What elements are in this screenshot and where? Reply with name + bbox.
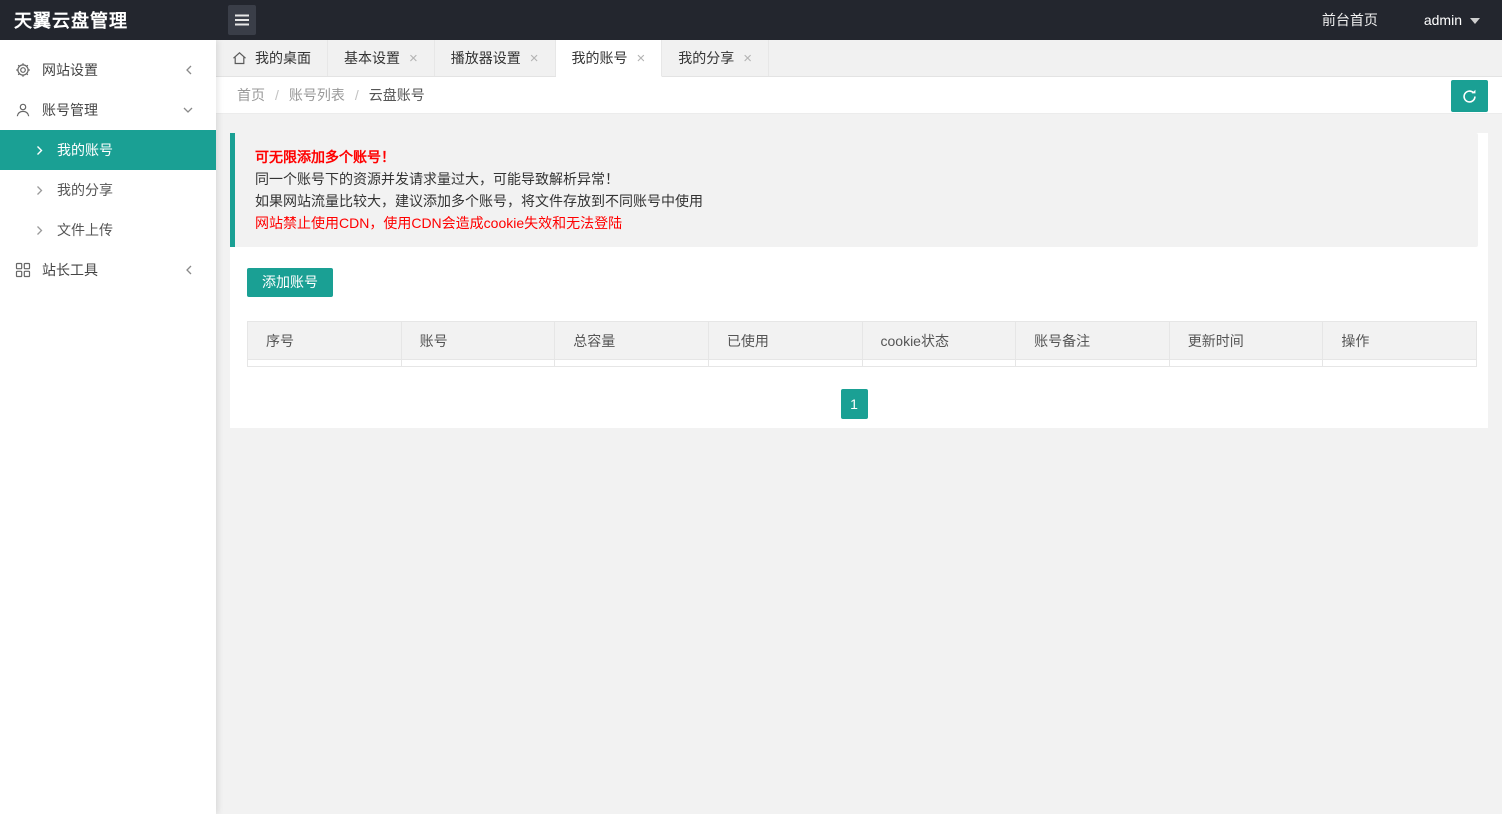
username: admin	[1423, 12, 1462, 28]
tab-label: 播放器设置	[450, 50, 521, 66]
chevron-left-icon	[184, 64, 194, 76]
arrow-right-icon	[35, 185, 44, 196]
sidebar-item-my-shares[interactable]: 我的分享	[0, 170, 216, 210]
front-page-link[interactable]: 前台首页	[1322, 10, 1378, 30]
table-empty-row	[247, 359, 1477, 367]
sidebar-item-label: 文件上传	[57, 222, 113, 238]
app-title: 天翼云盘管理	[14, 11, 128, 31]
col-header-account-note: 账号备注	[1015, 321, 1170, 360]
col-header-update-time: 更新时间	[1168, 321, 1324, 360]
close-icon[interactable]: ×	[743, 51, 752, 66]
tab-desktop[interactable]: 我的桌面	[216, 40, 328, 76]
notice-box: 可无限添加多个账号！ 同一个账号下的资源并发请求量过大，可能导致解析异常！ 如果…	[230, 133, 1478, 247]
sidebar-item-label: 网站设置	[42, 62, 98, 78]
sidebar-item-label: 我的分享	[57, 182, 113, 198]
breadcrumb-separator: /	[275, 87, 279, 103]
col-header-cookie-status: cookie状态	[861, 321, 1017, 360]
chevron-down-icon	[182, 105, 194, 115]
content-card: 可无限添加多个账号！ 同一个账号下的资源并发请求量过大，可能导致解析异常！ 如果…	[230, 133, 1488, 428]
sidebar-toggle-button[interactable]	[228, 5, 256, 35]
pagination: 1	[230, 389, 1478, 419]
sidebar-item-account-management[interactable]: 账号管理	[0, 90, 216, 130]
grid-icon	[15, 262, 31, 278]
tab-label: 基本设置	[344, 50, 400, 66]
breadcrumb-account-list[interactable]: 账号列表	[289, 85, 345, 105]
tab-my-shares[interactable]: 我的分享 ×	[662, 40, 770, 76]
home-icon	[232, 51, 247, 65]
gear-icon	[15, 62, 31, 78]
user-icon	[15, 102, 31, 118]
notice-line-3: 如果网站流量比较大，建议添加多个账号，将文件存放到不同账号中使用	[255, 193, 703, 209]
tab-label: 我的账号	[571, 50, 628, 66]
notice-line-1: 可无限添加多个账号！	[255, 149, 395, 165]
sidebar-item-my-accounts[interactable]: 我的账号	[0, 130, 216, 170]
tab-player-settings[interactable]: 播放器设置 ×	[435, 40, 556, 76]
sidebar-item-file-upload[interactable]: 文件上传	[0, 210, 216, 250]
sidebar-item-webmaster-tools[interactable]: 站长工具	[0, 250, 216, 290]
breadcrumb-home[interactable]: 首页	[237, 85, 265, 105]
top-header: 天翼云盘管理 前台首页 admin	[0, 0, 1502, 40]
notice-line-2: 同一个账号下的资源并发请求量过大，可能导致解析异常！	[255, 171, 619, 187]
tab-label: 我的桌面	[255, 50, 311, 66]
accounts-table: 序号 账号 总容量 已使用 cookie状态 账号备注 更新时间 操作	[247, 321, 1477, 367]
sidebar: 网站设置 账号管理 我的账号 我的分享 文件上传 站长工具	[0, 40, 216, 814]
chevron-left-icon	[184, 264, 194, 276]
close-icon[interactable]: ×	[637, 51, 646, 66]
col-header-index: 序号	[247, 321, 402, 360]
close-icon[interactable]: ×	[530, 51, 539, 66]
arrow-right-icon	[35, 225, 44, 236]
header-right: 前台首页 admin	[1322, 10, 1502, 30]
table-header-row: 序号 账号 总容量 已使用 cookie状态 账号备注 更新时间 操作	[247, 321, 1477, 360]
main-area: 我的桌面 基本设置 × 播放器设置 × 我的账号 × 我的分享 × 首页 / 账…	[216, 40, 1502, 428]
page-number-current[interactable]: 1	[840, 389, 868, 419]
refresh-icon	[1461, 88, 1478, 105]
refresh-button[interactable]	[1451, 80, 1488, 112]
add-account-button[interactable]: 添加账号	[247, 268, 333, 297]
close-icon[interactable]: ×	[409, 51, 418, 66]
breadcrumb-bar: 首页 / 账号列表 / 云盘账号	[216, 77, 1502, 114]
user-menu[interactable]: admin	[1424, 12, 1480, 28]
tab-bar: 我的桌面 基本设置 × 播放器设置 × 我的账号 × 我的分享 ×	[216, 40, 1502, 77]
arrow-right-icon	[35, 145, 44, 156]
breadcrumb-current: 云盘账号	[368, 87, 425, 103]
caret-down-icon	[1470, 18, 1480, 24]
sidebar-item-label: 站长工具	[42, 262, 98, 278]
tab-my-accounts[interactable]: 我的账号 ×	[555, 40, 663, 77]
tab-label: 我的分享	[678, 50, 735, 66]
col-header-account: 账号	[400, 321, 556, 360]
sidebar-item-site-settings[interactable]: 网站设置	[0, 50, 216, 90]
notice-line-4: 网站禁止使用CDN，使用CDN会造成cookie失效和无法登陆	[255, 215, 623, 231]
col-header-total-capacity: 总容量	[554, 321, 709, 360]
hamburger-icon	[234, 13, 250, 27]
tab-basic-settings[interactable]: 基本设置 ×	[328, 40, 435, 76]
sidebar-item-label: 我的账号	[57, 142, 113, 158]
sidebar-item-label: 账号管理	[42, 102, 98, 118]
breadcrumb-separator: /	[354, 87, 359, 103]
col-header-used: 已使用	[707, 321, 863, 360]
col-header-actions: 操作	[1322, 321, 1477, 360]
